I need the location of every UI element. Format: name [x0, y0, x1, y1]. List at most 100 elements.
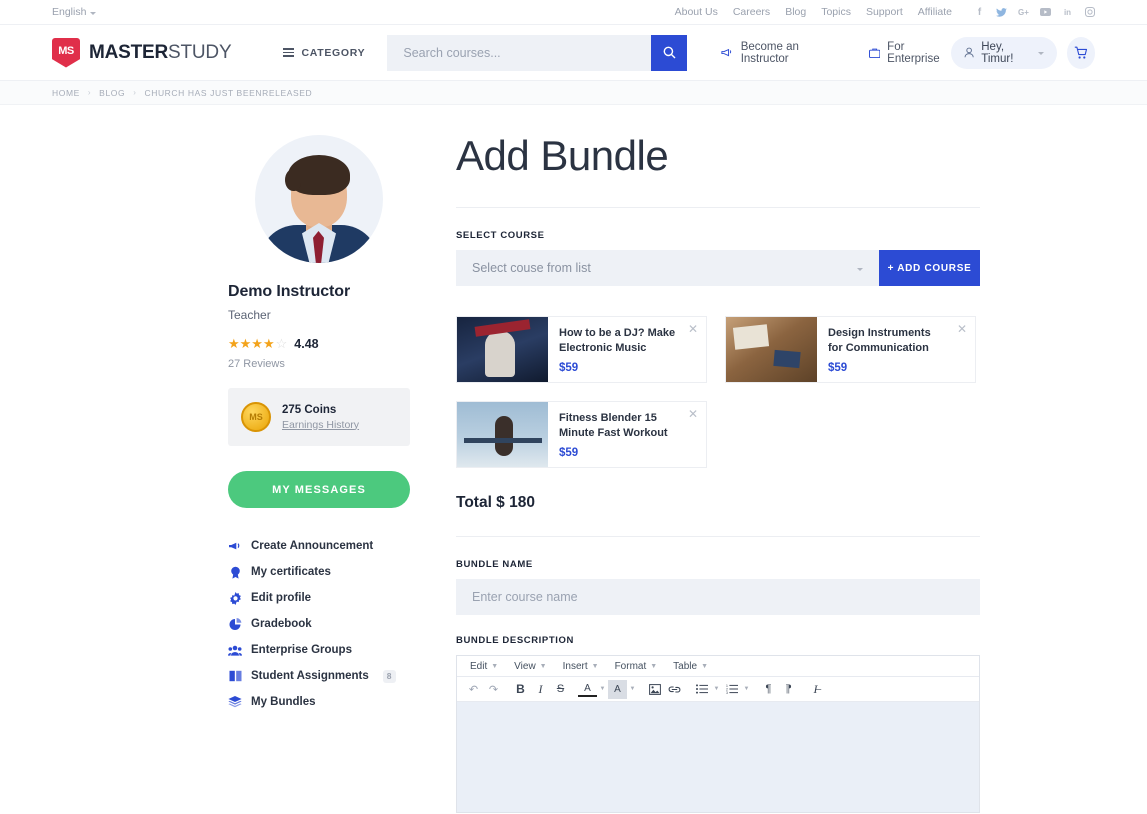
chevron-down-icon[interactable]: ▼ [742, 686, 751, 692]
sidebar-item-label: My Bundles [251, 696, 316, 708]
for-enterprise-link[interactable]: For Enterprise [869, 41, 951, 65]
topbar-link-careers[interactable]: Careers [733, 6, 770, 18]
site-logo[interactable]: MS MASTERSTUDY [52, 38, 231, 68]
main-content: Add Bundle SELECT COURSE Select couse fr… [456, 135, 980, 814]
earnings-history-link[interactable]: Earnings History [282, 419, 359, 431]
coin-mark-text: MS [249, 412, 263, 422]
ltr-icon[interactable]: ¶ [759, 680, 778, 699]
clear-format-icon[interactable]: I̶ [806, 680, 825, 699]
bullet-list-icon[interactable] [692, 680, 711, 699]
chevron-down-icon [857, 268, 863, 271]
course-card-body: How to be a DJ? Make Electronic Music $5… [548, 317, 706, 382]
language-label: English [52, 6, 86, 18]
for-enterprise-label: For Enterprise [887, 41, 951, 65]
chevron-down-icon: ▼ [701, 663, 708, 670]
my-messages-button[interactable]: MY MESSAGES [228, 471, 410, 508]
twitter-icon[interactable] [996, 7, 1007, 18]
language-selector[interactable]: English [52, 6, 96, 18]
chevron-down-icon[interactable]: ▼ [712, 686, 721, 692]
sidebar-item-student-assignments[interactable]: Student Assignments 8 [228, 663, 410, 689]
text-color-icon[interactable]: A [578, 682, 597, 697]
course-card[interactable]: Design Instruments for Communication $59… [725, 316, 976, 383]
undo-icon[interactable]: ↶ [464, 680, 483, 699]
logo-bold-text: MASTER [89, 42, 168, 63]
sidebar-item-my-bundles[interactable]: My Bundles [228, 689, 410, 715]
search-input[interactable] [387, 35, 651, 71]
add-course-button[interactable]: + ADD COURSE [879, 250, 980, 286]
course-card[interactable]: Fitness Blender 15 Minute Fast Workout $… [456, 401, 707, 468]
chevron-down-icon: ▼ [592, 663, 599, 670]
google-plus-icon[interactable]: G+ [1018, 7, 1029, 18]
linkedin-icon[interactable]: in [1062, 7, 1073, 18]
become-instructor-link[interactable]: Become an Instructor [721, 41, 836, 65]
users-icon [228, 643, 242, 657]
bold-icon[interactable]: B [511, 680, 530, 699]
sidebar-item-label: My certificates [251, 566, 331, 578]
breadcrumb-item-current: CHURCH HAS JUST BEENRELEASED [144, 88, 312, 98]
remove-course-icon[interactable]: ✕ [956, 323, 968, 335]
insert-image-icon[interactable] [645, 680, 664, 699]
star-rating-icon: ★★★★☆ [228, 336, 287, 352]
topbar-link-topics[interactable]: Topics [821, 6, 851, 18]
bundle-name-input[interactable] [456, 579, 980, 615]
course-card[interactable]: How to be a DJ? Make Electronic Music $5… [456, 316, 707, 383]
rtl-icon[interactable]: ¶ [779, 680, 798, 699]
redo-icon[interactable]: ↷ [484, 680, 503, 699]
sidebar-item-gradebook[interactable]: Gradebook [228, 611, 410, 637]
user-menu-button[interactable]: Hey, Timur! [951, 37, 1057, 69]
breadcrumb-item-home[interactable]: HOME [52, 88, 80, 98]
gear-icon [228, 591, 242, 605]
topbar-link-about-us[interactable]: About Us [675, 6, 718, 18]
sidebar-item-create-announcement[interactable]: Create Announcement [228, 533, 410, 559]
chart-pie-icon [228, 617, 242, 631]
chevron-down-icon: ▼ [491, 663, 498, 670]
chevron-down-icon [1038, 52, 1044, 55]
instructor-role: Teacher [228, 308, 410, 322]
hamburger-icon [283, 48, 294, 57]
page-title: Add Bundle [456, 135, 980, 177]
breadcrumb-item-blog[interactable]: BLOG [99, 88, 125, 98]
chevron-down-icon[interactable]: ▼ [628, 686, 637, 692]
remove-course-icon[interactable]: ✕ [687, 323, 699, 335]
cart-icon [1074, 46, 1088, 60]
numbered-list-icon[interactable]: 123 [722, 680, 741, 699]
sidebar-item-label: Enterprise Groups [251, 644, 352, 656]
editor-menu-format[interactable]: Format▼ [608, 658, 665, 674]
editor-menu-view[interactable]: View▼ [507, 658, 553, 674]
strikethrough-icon[interactable]: S [551, 680, 570, 699]
chevron-down-icon[interactable]: ▼ [598, 686, 607, 692]
remove-course-icon[interactable]: ✕ [687, 408, 699, 420]
sidebar-item-edit-profile[interactable]: Edit profile [228, 585, 410, 611]
cart-button[interactable] [1067, 37, 1095, 69]
rating-value: 4.48 [294, 337, 318, 351]
category-label: CATEGORY [301, 47, 365, 59]
sidebar-item-enterprise-groups[interactable]: Enterprise Groups [228, 637, 410, 663]
youtube-icon[interactable] [1040, 7, 1051, 18]
editor-menu-edit[interactable]: Edit▼ [463, 658, 505, 674]
editor-content-area[interactable] [457, 702, 979, 812]
editor-menu-insert[interactable]: Insert▼ [556, 658, 606, 674]
topbar-link-blog[interactable]: Blog [785, 6, 806, 18]
main-header: MS MASTERSTUDY CATEGORY Become an Instru… [0, 25, 1147, 81]
course-price: $59 [559, 362, 695, 374]
italic-icon[interactable]: I [531, 680, 550, 699]
search-bar [387, 35, 687, 71]
divider [456, 207, 980, 208]
topbar-link-affiliate[interactable]: Affiliate [918, 6, 952, 18]
search-button[interactable] [651, 35, 687, 71]
insert-link-icon[interactable] [665, 680, 684, 699]
svg-text:3: 3 [726, 691, 728, 694]
instagram-icon[interactable] [1084, 7, 1095, 18]
category-menu-button[interactable]: CATEGORY [283, 47, 365, 59]
chevron-right-icon: › [133, 88, 136, 97]
bundle-description-editor: Edit▼ View▼ Insert▼ Format▼ Table▼ ↶ ↷ [456, 655, 980, 813]
editor-menu-table[interactable]: Table▼ [666, 658, 715, 674]
background-color-icon[interactable]: A [608, 680, 627, 699]
select-course-row: Select couse from list + ADD COURSE [456, 250, 980, 286]
sidebar-item-label: Create Announcement [251, 540, 373, 552]
sidebar-item-my-certificates[interactable]: My certificates [228, 559, 410, 585]
logo-shield-icon: MS [52, 38, 80, 68]
facebook-icon[interactable]: f [974, 7, 985, 18]
course-select[interactable]: Select couse from list [456, 250, 879, 286]
topbar-link-support[interactable]: Support [866, 6, 903, 18]
